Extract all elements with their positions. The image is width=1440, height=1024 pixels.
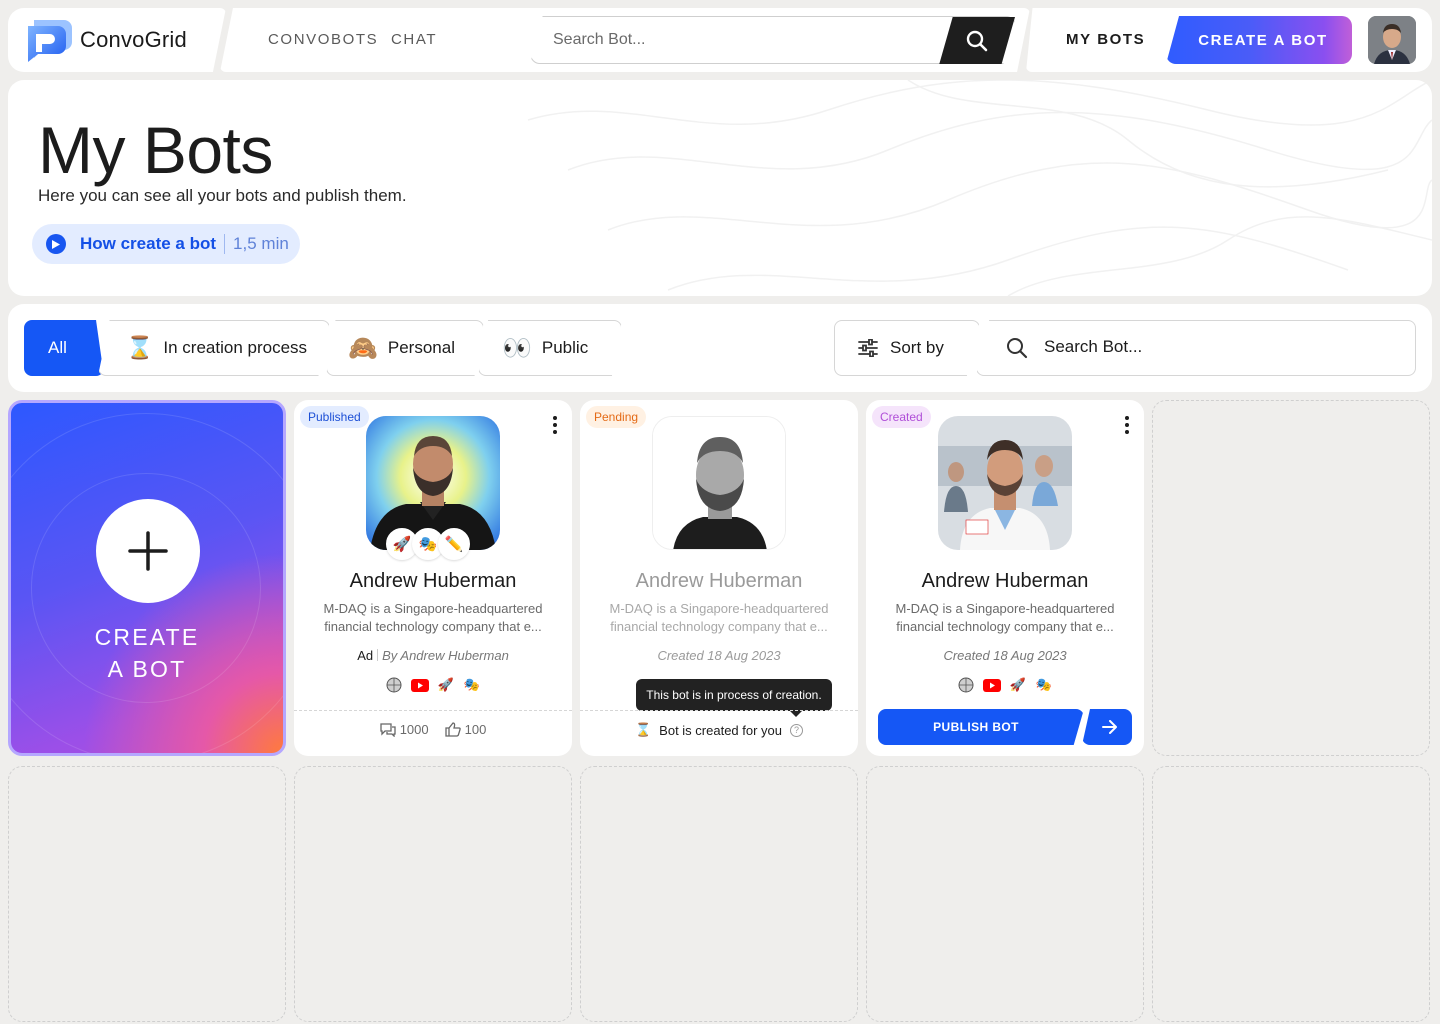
empty-slot (1152, 400, 1430, 756)
plus-icon (96, 499, 200, 603)
tab-label: All (48, 338, 67, 357)
bot-name: Andrew Huberman (921, 570, 1089, 592)
tab-label: Personal (387, 338, 455, 357)
hourglass-icon: ⌛ (634, 722, 652, 737)
how-to-label: How create a bot (80, 234, 217, 253)
source-icons: 🚀 🎭 (294, 676, 572, 694)
top-search-box (530, 16, 1016, 64)
sort-label: Sort by (890, 338, 944, 357)
filter-bar: All ⌛ In creation process 🙈 Personal 👀 P… (8, 304, 1432, 392)
status-badge: Pending (586, 406, 647, 428)
sliders-icon (858, 339, 878, 357)
empty-slot (580, 766, 858, 1022)
my-bots-link[interactable]: MY BOTS (1066, 8, 1145, 72)
likes-count: 100 (464, 722, 487, 737)
bot-description: M-DAQ is a Singapore-headquartered finan… (895, 601, 1115, 634)
eyes-icon: 👀 (502, 334, 532, 362)
status-text: Bot is created for you (659, 722, 783, 738)
top-search-input[interactable] (553, 17, 933, 63)
bot-byline: Ad By Andrew Huberman (294, 648, 572, 663)
empty-slot (294, 766, 572, 1022)
bot-name: Andrew Huberman (635, 570, 803, 592)
search-icon (1007, 338, 1028, 359)
page-title: My Bots (38, 113, 273, 187)
bot-description: M-DAQ is a Singapore-headquartered finan… (323, 601, 543, 634)
how-to-video-button[interactable]: How create a bot 1,5 min (32, 224, 300, 264)
open-bot-button[interactable] (1082, 709, 1132, 745)
hourglass-icon: ⌛ (126, 335, 154, 360)
page-subtitle: Here you can see all your bots and publi… (38, 186, 407, 205)
brand-name: ConvoGrid (80, 27, 187, 52)
avatar[interactable] (1368, 16, 1416, 64)
tooltip: This bot is in process of creation. (636, 679, 832, 717)
bot-card[interactable]: Pending Andrew Huberman M-DAQ is a Singa… (580, 400, 858, 756)
create-bot-card[interactable]: CREATE A BOT (8, 400, 286, 756)
messages-stat[interactable]: 1000 (380, 722, 429, 737)
messages-count: 1000 (399, 722, 429, 737)
empty-slot (8, 766, 286, 1022)
create-bot-button[interactable]: CREATE A BOT (1166, 16, 1352, 64)
nav-chat[interactable]: CHAT (391, 8, 437, 72)
tab-label: In creation process (163, 338, 308, 357)
tab-all[interactable]: All (24, 320, 104, 376)
likes-stat[interactable]: 100 (444, 722, 487, 737)
pencil-icon: ✏️ (438, 528, 470, 560)
globe-icon (957, 676, 975, 694)
bot-category-chips: 🚀 🎭 ✏️ (386, 528, 470, 560)
thumbs-up-icon (444, 722, 461, 737)
status-badge: Created (872, 406, 931, 428)
search-icon (966, 30, 988, 52)
publish-bot-button[interactable]: PUBLISH BOT (878, 709, 1084, 745)
youtube-icon (983, 676, 1001, 694)
tab-in-creation[interactable]: ⌛ In creation process (98, 320, 330, 376)
empty-slot (1152, 766, 1430, 1022)
tab-label: Public (541, 338, 589, 357)
nav-convobots[interactable]: CONVOBOTS (268, 8, 378, 72)
author: By Andrew Huberman (382, 648, 509, 663)
logo[interactable]: ConvoGrid (8, 8, 226, 72)
help-icon[interactable]: ? (790, 723, 804, 737)
hero-section: My Bots Here you can see all your bots a… (8, 80, 1432, 296)
bot-stats: 1000 100 (294, 722, 572, 737)
ad-label: Ad (357, 648, 374, 663)
divider (224, 234, 226, 254)
rocket-icon: 🚀 (437, 677, 455, 692)
user-area: MY BOTS CREATE A BOT (1026, 8, 1432, 72)
more-options-icon[interactable] (552, 416, 558, 434)
play-icon (46, 234, 66, 254)
bot-description: M-DAQ is a Singapore-headquartered finan… (609, 601, 829, 634)
top-nav: CONVOBOTS CHAT (220, 8, 1030, 72)
how-to-duration: 1,5 min (233, 234, 289, 253)
monkey-icon: 🙈 (348, 334, 378, 362)
empty-slot (866, 766, 1144, 1022)
bot-card[interactable]: Created Andrew Huberman M-DAQ is a Singa… (866, 400, 1144, 756)
more-options-icon[interactable] (1124, 416, 1130, 434)
top-search-button[interactable] (939, 17, 1015, 64)
rocket-icon: 🚀 (1009, 677, 1027, 692)
sort-by-button[interactable]: Sort by (834, 320, 980, 376)
convogrid-logo-icon (24, 18, 74, 62)
status-badge: Published (300, 406, 369, 428)
created-date: Created 18 Aug 2023 (657, 648, 781, 663)
bot-search-box (976, 320, 1416, 376)
bot-search-input[interactable] (1044, 320, 1384, 374)
bot-card[interactable]: Published 🚀 🎭 ✏️ Andrew Huberman M-DAQ i… (294, 400, 572, 756)
created-date: Created 18 Aug 2023 (943, 648, 1067, 663)
youtube-icon (411, 676, 429, 694)
arrow-right-icon (1102, 720, 1117, 734)
bot-photo (938, 416, 1072, 550)
bot-name: Andrew Huberman (349, 570, 517, 592)
tab-personal[interactable]: 🙈 Personal (326, 320, 484, 376)
chat-bubbles-icon (380, 722, 396, 737)
source-icons: 🚀 🎭 (866, 676, 1144, 694)
theater-icon: 🎭 (1035, 677, 1053, 692)
create-bot-label: CREATE A BOT (94, 624, 200, 682)
bot-photo (652, 416, 786, 550)
theater-icon: 🎭 (463, 677, 481, 692)
globe-icon (385, 676, 403, 694)
pending-status: ⌛ Bot is created for you ? (580, 722, 858, 738)
tab-public[interactable]: 👀 Public (478, 320, 622, 376)
